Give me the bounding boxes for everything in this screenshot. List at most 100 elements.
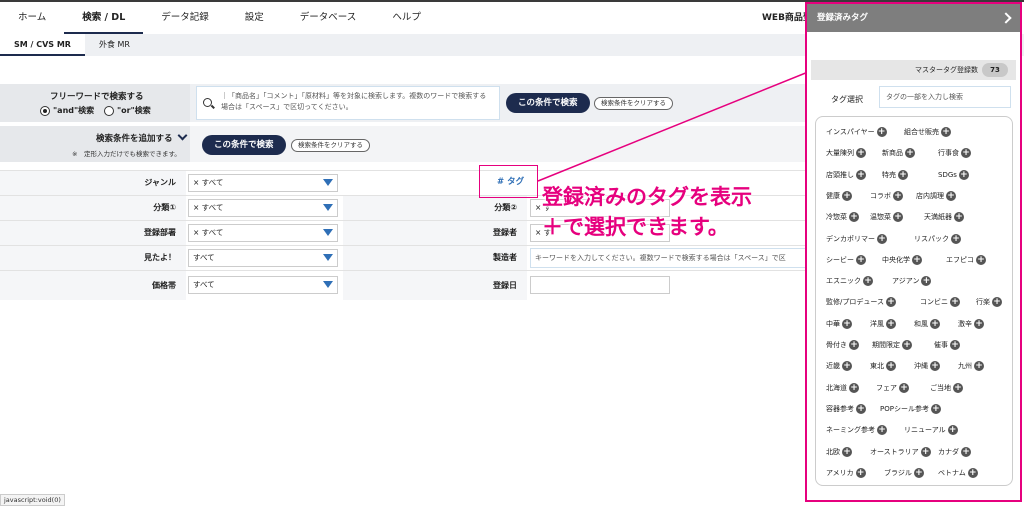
radio-and[interactable]: "and"検索 [40,105,94,116]
nav-data-record[interactable]: データ記録 [143,2,227,34]
plus-icon[interactable]: + [958,169,969,180]
plus-icon[interactable]: + [992,297,1002,308]
plus-icon[interactable]: + [930,361,940,372]
plus-icon[interactable]: + [941,127,951,137]
radio-or-label: "or"検索 [117,106,151,115]
condition-search-button[interactable]: この条件で検索 [202,135,286,155]
radio-and-dot[interactable] [40,105,50,116]
plus-icon[interactable]: + [849,212,859,223]
nav-settings[interactable]: 設定 [227,2,282,34]
tag-item: 九州 + [958,359,984,373]
plus-icon[interactable]: + [946,190,956,201]
row-mitayo: 見たよ！ すべて 製造者 キーワードを入力してください。複数ワードで検索する場合… [0,245,806,270]
tag-row: 骨付き + 期間限定 + 催事 + [816,336,1012,356]
freeword-search-button[interactable]: この条件で検索 [506,93,590,113]
tag-label: 店内調理 [916,191,944,200]
plus-icon[interactable]: + [961,446,971,457]
plus-icon[interactable]: + [849,340,859,350]
tag-item: 冷惣菜 + [826,210,859,224]
plus-icon[interactable]: + [893,212,903,223]
tag-link[interactable]: # タグ [497,175,524,187]
plus-icon[interactable]: + [877,233,887,244]
plus-icon[interactable]: + [902,340,912,350]
plus-icon[interactable]: + [905,148,915,159]
plus-icon[interactable]: + [930,318,940,329]
tag-item: 北欧 + [826,445,852,459]
chevron-down-icon[interactable] [177,130,188,141]
plus-icon[interactable]: + [967,467,978,478]
price-select[interactable]: すべて [188,276,338,294]
subtab-gaishoku-mr[interactable]: 外食 MR [85,34,144,56]
master-tag-count-row: マスタータグ登録数 73 [811,60,1016,80]
plus-icon[interactable]: + [886,361,896,372]
plus-icon[interactable]: + [913,467,924,478]
callout-line-2: ＋で選択できます。 [542,215,729,239]
plus-icon[interactable]: + [842,318,852,329]
nav-search-dl[interactable]: 検索 / DL [64,2,144,34]
plus-icon[interactable]: + [947,425,958,436]
plus-icon[interactable]: + [976,254,986,265]
plus-icon[interactable]: + [863,276,873,287]
freeword-label-area: フリーワードで検索する "and"検索 "or"検索 [0,84,190,122]
plus-icon[interactable]: + [842,361,852,372]
tag-select-label: タグ選択 [831,95,863,104]
subtab-sm-cvs-mr[interactable]: SM / CVS MR [0,34,85,56]
plus-icon[interactable]: + [886,318,896,329]
plus-icon[interactable]: + [893,190,903,201]
plus-icon[interactable]: + [951,233,961,244]
tag-item: 北海道 + [826,381,859,395]
plus-icon[interactable]: + [876,127,887,137]
tag-item: 店内調理 + [916,189,956,203]
plus-icon[interactable]: + [886,297,897,308]
plus-icon[interactable]: + [961,148,971,159]
plus-icon[interactable]: + [877,425,887,436]
tag-label: 特売 [882,170,896,179]
plus-icon[interactable]: + [912,254,922,265]
tag-label: POPシール参考 [880,404,929,413]
nav-database[interactable]: データベース [282,2,375,34]
plus-icon[interactable]: + [842,190,852,201]
tag-label: 監修/プロデュース [826,298,885,307]
plus-icon[interactable]: + [899,382,909,393]
regdate-input[interactable] [530,276,670,294]
plus-icon[interactable]: + [856,148,866,159]
plus-icon[interactable]: + [856,254,866,265]
radio-or[interactable]: "or"検索 [104,105,151,116]
condition-clear-button[interactable]: 検索条件をクリアする [291,139,370,152]
plus-icon[interactable]: + [954,212,964,223]
plus-icon[interactable]: + [974,318,984,329]
plus-icon[interactable]: + [920,446,931,457]
plus-icon[interactable]: + [842,446,852,457]
genre-value: × すべて [193,178,224,187]
plus-icon[interactable]: + [950,297,960,308]
tag-label: 健康 [826,191,840,200]
maker-input[interactable]: キーワードを入力してください。複数ワードで検索する場合は「スペース」で区 [530,248,806,268]
tag-row: 中華 + 洋風 + 和風 + 激辛 + [816,315,1012,335]
tag-search-input[interactable]: タグの一部を入力し検索 [879,86,1011,108]
mitayo-select[interactable]: すべて [188,249,338,267]
genre-select[interactable]: × すべて [188,174,338,192]
plus-icon[interactable]: + [855,467,866,478]
plus-icon[interactable]: + [856,169,866,180]
tag-label: 北欧 [826,447,840,456]
nav-home[interactable]: ホーム [0,2,64,34]
plus-icon[interactable]: + [856,403,866,414]
add-condition-label-area[interactable]: 検索条件を追加する ※ 定形入力だけでも検索できます。 [0,126,190,162]
class1-select[interactable]: × すべて [188,199,338,217]
plus-icon[interactable]: + [950,340,960,350]
plus-icon[interactable]: + [921,276,932,287]
plus-icon[interactable]: + [974,361,984,372]
tag-label: カナダ [938,447,959,456]
tag-label: 激辛 [958,319,972,328]
nav-help[interactable]: ヘルプ [374,2,439,34]
plus-icon[interactable]: + [930,403,941,414]
freeword-input[interactable]: ｜「商品名」「コメント」「原材料」等を対象に検索します。複数のワードで検索する場… [196,86,500,120]
radio-or-dot[interactable] [104,105,114,116]
dept-select[interactable]: × すべて [188,224,338,242]
chevron-right-icon[interactable] [1000,12,1012,24]
plus-icon[interactable]: + [953,382,963,393]
plus-icon[interactable]: + [898,169,908,180]
plus-icon[interactable]: + [849,382,859,393]
freeword-clear-button[interactable]: 検索条件をクリアする [594,97,673,110]
tag-item: 骨付き + [826,338,859,352]
